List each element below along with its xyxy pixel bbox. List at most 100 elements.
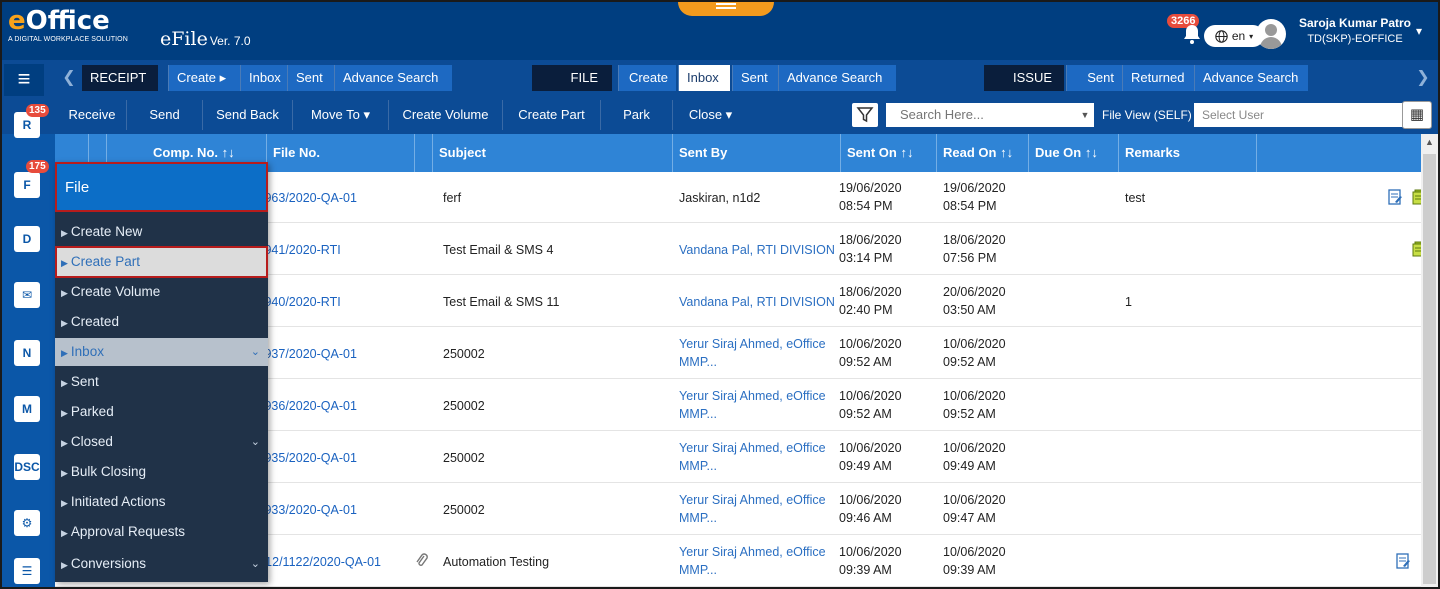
sent-by-link[interactable]: Yerur Siraj Ahmed, eOffice	[679, 544, 826, 560]
menu-item-initiated-actions[interactable]: ▶ Initiated Actions	[55, 488, 268, 516]
bell-icon[interactable]	[1180, 22, 1204, 46]
scrollbar-thumb[interactable]	[1423, 154, 1436, 584]
sent-by-link-cont[interactable]: MMP...	[679, 406, 717, 422]
dispatch-module-icon[interactable]: D	[14, 226, 40, 252]
menu-item-parked[interactable]: ▶ Parked	[55, 398, 268, 426]
search-input[interactable]	[886, 103, 1094, 127]
language-selector[interactable]: en ▾	[1204, 25, 1264, 47]
sent-on-time: 02:40 PM	[839, 303, 893, 317]
file-number-link[interactable]: -12/1122/2020-QA-01	[261, 554, 381, 570]
file-module-icon[interactable]: F	[14, 172, 40, 198]
receipt-inbox-link[interactable]: Inbox	[240, 65, 287, 91]
calculator-icon[interactable]: ▦	[1402, 101, 1432, 129]
sent-by-link-cont[interactable]: MMP...	[679, 458, 717, 474]
notice-module-icon[interactable]: N	[14, 340, 40, 366]
green-note-icon[interactable]	[1388, 189, 1402, 205]
menu-item-conversions[interactable]: ▶ Conversions ⌄	[55, 550, 268, 578]
scroll-left-icon[interactable]: ❮	[62, 65, 76, 91]
menu-item-create-volume[interactable]: ▶ Create Volume	[55, 278, 268, 306]
menu-item-create-new[interactable]: ▶ Create New	[55, 218, 268, 246]
sent-by-link-cont[interactable]: MMP...	[679, 510, 717, 526]
mail-module-icon[interactable]: ✉	[14, 282, 40, 308]
file-number-link[interactable]: /940/2020-RTI	[261, 294, 341, 310]
app-header: eOffice A DIGITAL WORKPLACE SOLUTION eFi…	[2, 2, 1438, 60]
green-note-icon[interactable]	[1396, 553, 1410, 569]
receipt-advance-search-link[interactable]: Advance Search	[334, 65, 452, 91]
reports-module-icon[interactable]: ☰	[14, 558, 40, 584]
menu-item-bulk-closing[interactable]: ▶ Bulk Closing	[55, 458, 268, 486]
user-name[interactable]: Saroja Kumar Patro	[1290, 16, 1420, 30]
collapse-header-handle[interactable]	[678, 2, 774, 16]
sent-by-link-cont[interactable]: MMP...	[679, 562, 717, 578]
file-menu-title[interactable]: File	[55, 162, 268, 212]
sent-by-link-cont[interactable]: MMP...	[679, 354, 717, 370]
receive-button[interactable]: Receive	[58, 100, 126, 130]
send-back-button[interactable]: Send Back	[202, 100, 292, 130]
file-number-link[interactable]: /935/2020-QA-01	[261, 450, 357, 466]
sent-by-link[interactable]: Yerur Siraj Ahmed, eOffice	[679, 440, 826, 456]
attachment-column	[415, 134, 433, 172]
attachment-icon[interactable]	[415, 553, 429, 569]
menu-item-approval-requests[interactable]: ▶ Approval Requests	[55, 518, 268, 546]
scroll-right-icon[interactable]: ❯	[1416, 65, 1430, 91]
user-menu-caret-icon[interactable]: ▾	[1416, 24, 1422, 38]
file-advance-search-link[interactable]: Advance Search	[778, 65, 896, 91]
issue-advance-search-link[interactable]: Advance Search	[1194, 65, 1308, 91]
sent-by-link[interactable]: Vandana Pal, RTI DIVISION	[679, 242, 835, 258]
file-sent-link[interactable]: Sent	[732, 65, 778, 91]
hamburger-menu-icon[interactable]: ≡	[4, 64, 44, 96]
issue-sent-link[interactable]: Sent	[1066, 65, 1122, 91]
read-on-date: 20/06/2020	[943, 285, 1006, 299]
move-to-dropdown[interactable]: Move To ▾	[292, 100, 388, 130]
file-number-link[interactable]: /933/2020-QA-01	[261, 502, 357, 518]
file-inbox-link[interactable]: Inbox	[678, 65, 730, 91]
file-create-link[interactable]: Create	[618, 65, 676, 91]
read-on-date: 18/06/2020	[943, 233, 1006, 247]
sent-by-link[interactable]: Yerur Siraj Ahmed, eOffice	[679, 388, 826, 404]
filter-icon[interactable]	[852, 103, 878, 127]
read-on-time: 03:50 AM	[943, 303, 996, 317]
create-volume-button[interactable]: Create Volume	[388, 100, 502, 130]
read-on-date: 10/06/2020	[943, 441, 1006, 455]
file-number-link[interactable]: /936/2020-QA-01	[261, 398, 357, 414]
file-movement-icon[interactable]: M	[14, 396, 40, 422]
settings-icon[interactable]: ⚙	[14, 510, 40, 536]
read-on-time: 08:54 PM	[943, 199, 997, 213]
send-button[interactable]: Send	[126, 100, 202, 130]
sent-by-link[interactable]: Yerur Siraj Ahmed, eOffice	[679, 336, 826, 352]
menu-item-sent[interactable]: ▶ Sent	[55, 368, 268, 396]
menu-item-create-part[interactable]: ▶ Create Part	[55, 246, 268, 278]
remarks-text: test	[1125, 191, 1146, 205]
subject-text: ferf	[443, 191, 462, 205]
eoffice-logo: eOffice A DIGITAL WORKPLACE SOLUTION	[8, 6, 128, 43]
receipt-create-link[interactable]: Create ▸	[168, 65, 240, 91]
file-number-link[interactable]: /941/2020-RTI	[261, 242, 341, 258]
column-due-on[interactable]: Due On ↑↓	[1029, 134, 1119, 172]
file-number-link[interactable]: /963/2020-QA-01	[261, 190, 357, 206]
sent-by-link[interactable]: Vandana Pal, RTI DIVISION	[679, 294, 835, 310]
issue-returned-link[interactable]: Returned	[1122, 65, 1194, 91]
subject-text: Test Email & SMS 11	[443, 295, 560, 309]
search-scope-dropdown-icon[interactable]: ▼	[1076, 103, 1094, 127]
read-on-time: 09:52 AM	[943, 355, 996, 369]
avatar[interactable]	[1256, 19, 1286, 49]
column-read-on[interactable]: Read On ↑↓	[937, 134, 1029, 172]
remarks-text: 1	[1125, 295, 1132, 309]
dsc-module-icon[interactable]: DSC	[14, 454, 40, 480]
sent-on-time: 03:14 PM	[839, 251, 893, 265]
sent-on-date: 19/06/2020	[839, 181, 902, 195]
sent-by-link[interactable]: Yerur Siraj Ahmed, eOffice	[679, 492, 826, 508]
park-button[interactable]: Park	[600, 100, 672, 130]
menu-item-inbox[interactable]: ▶ Inbox ⌄	[55, 338, 268, 366]
receipt-sent-link[interactable]: Sent	[287, 65, 334, 91]
close-dropdown[interactable]: Close ▾	[672, 100, 748, 130]
select-user-dropdown[interactable]: Select User▼	[1194, 103, 1416, 127]
scroll-up-icon[interactable]: ▲	[1423, 137, 1436, 149]
read-on-time: 07:56 PM	[943, 251, 997, 265]
create-part-button[interactable]: Create Part	[502, 100, 600, 130]
menu-item-closed[interactable]: ▶ Closed ⌄	[55, 428, 268, 456]
menu-item-created[interactable]: ▶ Created	[55, 308, 268, 336]
column-sent-on[interactable]: Sent On ↑↓	[841, 134, 937, 172]
module-sidebar: R 135 F 175 D ✉ N M DSC ⚙ ☰	[2, 104, 55, 587]
file-number-link[interactable]: /937/2020-QA-01	[261, 346, 357, 362]
